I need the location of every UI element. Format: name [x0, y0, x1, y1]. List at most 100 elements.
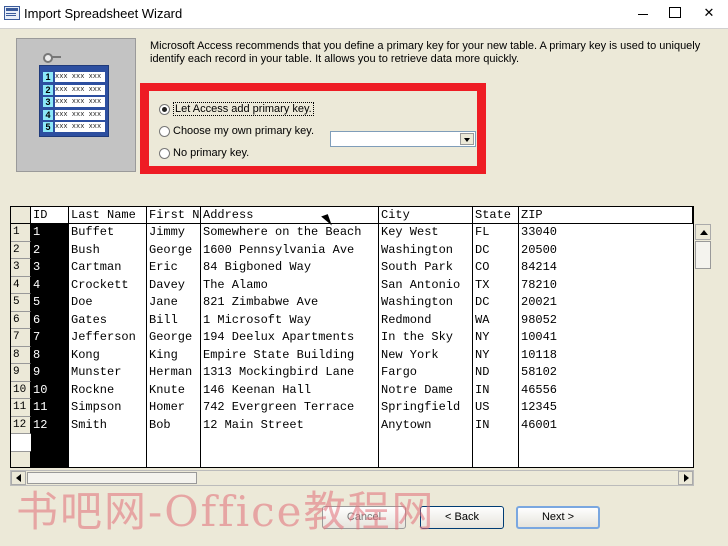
table-cell: Jane [149, 295, 178, 309]
option-choose-primary-key-label: Choose my own primary key. [173, 125, 315, 137]
back-button[interactable]: < Back [420, 506, 504, 529]
table-cell: Eric [149, 260, 178, 274]
column-header[interactable]: City [379, 207, 473, 224]
window-title: Import Spreadsheet Wizard [24, 6, 183, 21]
minimize-icon[interactable] [626, 0, 660, 26]
row-header[interactable]: 12 [11, 416, 31, 434]
table-cell: 58102 [521, 365, 558, 379]
table-cell: Munster [71, 365, 122, 379]
row-header[interactable]: 9 [11, 364, 31, 382]
close-icon[interactable] [692, 0, 726, 26]
table-row: 5 5 Doe Jane 821 Zimbabwe Ave Washington DC 200… [11, 294, 693, 312]
table-cell: Anytown [381, 417, 432, 432]
radio-no-primary-key[interactable] [159, 147, 170, 159]
row-header[interactable]: 6 [11, 311, 31, 329]
column-header[interactable]: ID [31, 207, 69, 224]
table-cell: Simpson [71, 400, 122, 414]
row-header[interactable]: 2 [11, 241, 31, 259]
data-preview-grid[interactable]: ID Last Name First N Address City State ZIP 1 1 B… [10, 206, 694, 468]
table-cell: 1 Microsoft Way [203, 312, 312, 327]
row-header[interactable]: 10 [11, 381, 31, 399]
illustration-row-number: 1 [43, 72, 53, 82]
table-cell: 1600 Pennsylvania Ave [203, 242, 355, 257]
scroll-right-icon[interactable] [678, 471, 693, 485]
row-header[interactable]: 1 [11, 224, 31, 242]
column-header[interactable]: Address [201, 207, 379, 224]
radio-choose-primary-key[interactable] [159, 125, 170, 137]
table-cell: Jefferson [71, 330, 136, 344]
table-cell: 5 [31, 294, 68, 312]
table-cell: 78210 [521, 277, 558, 292]
cancel-button[interactable]: Cancel [322, 506, 406, 529]
table-cell: South Park [381, 260, 454, 274]
row-header[interactable]: 7 [11, 329, 31, 347]
table-cell: Herman [149, 365, 193, 379]
table-cell: 2 [31, 241, 68, 259]
table-cell: King [149, 347, 178, 362]
table-cell: DC [475, 242, 490, 257]
column-header[interactable]: Last Name [69, 207, 147, 224]
table-cell: IN [475, 382, 490, 397]
maximize-icon[interactable] [658, 0, 692, 26]
table-cell: Bush [71, 242, 100, 257]
chevron-down-icon[interactable] [460, 133, 474, 145]
primary-key-options-highlight: Let Access add primary key. Choose my ow… [140, 83, 486, 174]
primary-key-field-combo[interactable] [330, 131, 476, 147]
radio-add-primary-key[interactable] [159, 103, 170, 115]
vertical-scrollbar[interactable] [695, 224, 711, 468]
table-cell: San Antonio [381, 277, 461, 292]
selected-column-fill [31, 434, 68, 467]
illustration-row: 2 xxx xxx xxx [43, 84, 105, 95]
illustration-row: 3 xxx xxx xxx [43, 97, 105, 107]
column-header[interactable]: State [473, 207, 519, 224]
illustration-row-cells: xxx xxx xxx [55, 72, 105, 82]
horizontal-scroll-thumb[interactable] [27, 472, 197, 484]
horizontal-scrollbar[interactable] [10, 470, 694, 486]
row-header[interactable]: 3 [11, 259, 31, 277]
table-cell: 20021 [521, 295, 558, 309]
option-choose-primary-key[interactable]: Choose my own primary key. [159, 122, 314, 140]
row-header[interactable]: 5 [11, 294, 31, 312]
option-no-primary-key[interactable]: No primary key. [159, 144, 249, 162]
table-cell: Knute [149, 382, 186, 397]
row-header[interactable]: 8 [11, 346, 31, 364]
table-cell: Key West [381, 225, 439, 239]
column-header[interactable]: ZIP [519, 207, 693, 224]
table-cell: 11 [31, 399, 68, 417]
table-cell: Somewhere on the Beach [203, 225, 362, 239]
table-cell: Homer [149, 400, 186, 414]
wizard-icon [4, 6, 20, 20]
table-cell: 194 Deelux Apartments [203, 330, 355, 344]
table-cell: Jimmy [149, 225, 186, 239]
row-header[interactable]: 11 [11, 399, 31, 417]
option-add-primary-key[interactable]: Let Access add primary key. [159, 100, 314, 118]
illustration-row: 5 xxx xxx xxx [43, 122, 105, 132]
next-button[interactable]: Next > [516, 506, 600, 529]
table-cell: 146 Keenan Hall [203, 382, 312, 397]
table-cell: Buffet [71, 225, 115, 239]
table-cell: Redmond [381, 312, 432, 327]
table-cell: Doe [71, 295, 93, 309]
description-text: Microsoft Access recommends that you def… [150, 40, 701, 65]
grid-corner[interactable] [11, 207, 31, 224]
table-cell: NY [475, 330, 490, 344]
option-no-primary-key-label: No primary key. [173, 147, 250, 159]
scroll-left-icon[interactable] [11, 471, 26, 485]
table-cell: Crockett [71, 277, 129, 292]
table-cell: 4 [31, 276, 68, 294]
vertical-scroll-thumb[interactable] [695, 241, 711, 269]
table-cell: DC [475, 295, 490, 309]
table-cell: Smith [71, 417, 108, 432]
table-illustration: 1 xxx xxx xxx 2 xxx xxx xxx 3 xxx xxx xxx 4 xxx… [39, 65, 109, 137]
table-cell: Notre Dame [381, 382, 454, 397]
column-header[interactable]: First N [147, 207, 201, 224]
illustration-row: 1 xxx xxx xxx [43, 72, 105, 82]
table-row: 11 11 Simpson Homer 742 Evergreen Terrace Spr… [11, 399, 693, 417]
row-header[interactable]: 4 [11, 276, 31, 294]
scroll-up-icon[interactable] [695, 224, 711, 240]
table-row: 6 6 Gates Bill 1 Microsoft Way Redmond WA 98052 [11, 311, 693, 329]
table-cell: 10118 [521, 347, 558, 362]
table-cell: WA [475, 312, 490, 327]
illustration-row-cells: xxx xxx xxx [55, 109, 105, 120]
table-cell: ND [475, 365, 490, 379]
